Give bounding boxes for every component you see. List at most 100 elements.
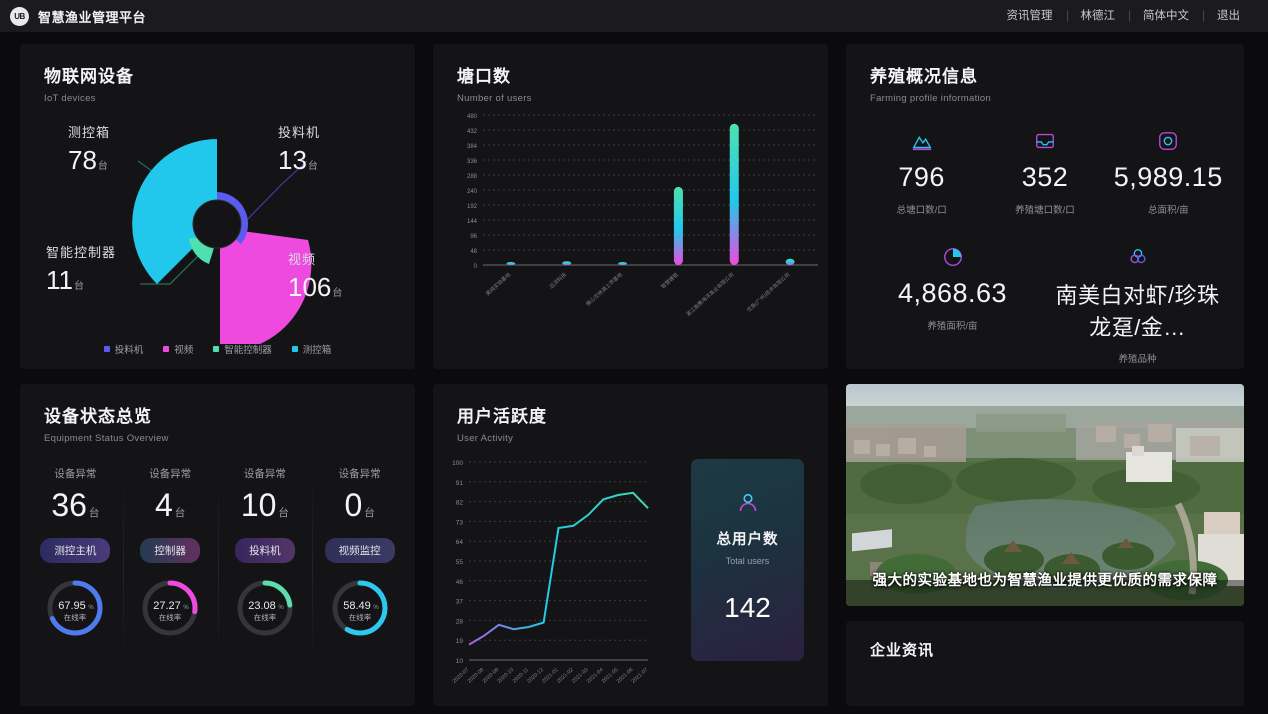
legend-label: 测控箱 (302, 345, 332, 356)
pie-label-cekongxiang: 测控箱 78台 (68, 122, 110, 176)
svg-text:10: 10 (456, 658, 464, 665)
svg-text:55: 55 (456, 559, 464, 566)
app-title: 智慧渔业管理平台 (38, 9, 147, 25)
svg-text:%: % (89, 605, 95, 611)
pie-label-value: 78 (68, 145, 97, 175)
legend-item-shipin[interactable]: 视频 (163, 342, 193, 356)
card-title: 企业资讯 (870, 642, 935, 659)
dashboard: 物联网设备 IoT devices 测控箱 78台 投料机 13台 智能控制器 … (0, 33, 1268, 706)
stat-total-area: 5,989.15 总面积/亩 (1107, 130, 1230, 216)
gauge-host: 67.95% 在线率 (28, 575, 123, 641)
svg-text:%: % (278, 605, 284, 611)
card-header: 塘口数 Number of users (433, 44, 828, 104)
stat-caption: 总面积/亩 (1147, 205, 1189, 216)
gauge-video: 58.49% 在线率 (312, 575, 407, 641)
card-pond-count: 塘口数 Number of users 0 48 96 144 192 240 288 336… (433, 44, 828, 369)
card-subtitle: User Activity (457, 433, 514, 444)
svg-text:64: 64 (456, 539, 464, 546)
equipment-caption: 设备异常 (243, 468, 286, 480)
stat-value: 796 (898, 162, 945, 192)
unit: 台 (278, 507, 289, 519)
status-badge[interactable]: 测控主机 (40, 538, 111, 563)
status-badge[interactable]: 投料机 (235, 538, 295, 563)
card-subtitle: Equipment Status Overview (44, 433, 169, 444)
svg-text:288: 288 (467, 174, 478, 180)
legend-item-cekongxiang[interactable]: 测控箱 (291, 342, 332, 356)
svg-text:%: % (183, 605, 189, 611)
nav-news-management[interactable]: 资讯管理 (993, 9, 1067, 23)
svg-text:优鱼(广州)技术有限公司: 优鱼(广州)技术有限公司 (745, 271, 791, 314)
equipment-column-feeder: 设备异常 10 台 投料机 (217, 466, 313, 664)
svg-text:智慧塘租: 智慧塘租 (659, 271, 680, 291)
status-badge[interactable]: 控制器 (140, 538, 200, 563)
dashboard-row-1: 物联网设备 IoT devices 测控箱 78台 投料机 13台 智能控制器 … (20, 44, 1248, 369)
nav-logout[interactable]: 退出 (1203, 9, 1254, 23)
card-farming-profile: 养殖概况信息 Farming profile information 796 总… (846, 44, 1244, 369)
legend-item-kongzhiqi[interactable]: 智能控制器 (213, 342, 272, 356)
stat-value: 5,989.15 (1113, 162, 1223, 192)
page-title: 物联网设备 (44, 67, 134, 86)
right-column: 强大的实验基地也为智慧渔业提供更优质的需求保障 企业资讯 (846, 384, 1244, 706)
total-users-value: 142 (724, 592, 771, 623)
svg-text:0: 0 (474, 264, 478, 270)
pie-label-shipin: 视频 106台 (288, 249, 342, 303)
card-header: 物联网设备 IoT devices (20, 44, 415, 104)
stat-value: 南美白对虾/珍珠龙趸/金… (1055, 283, 1220, 340)
bar-chart-svg: 0 48 96 144 192 240 288 336 384 432 480 美纯实验基地 远洋科技… (467, 114, 818, 318)
line-chart-svg: 10192837465564738291100 2020-072020-0820… (452, 460, 650, 685)
svg-text:336: 336 (467, 159, 478, 165)
total-users-subtitle: Total users (725, 556, 770, 566)
equipment-caption: 设备异常 (54, 468, 97, 480)
stat-caption: 总塘口数/口 (896, 205, 947, 216)
card-header: 设备状态总览 Equipment Status Overview (20, 384, 415, 444)
legend-item-touliaoji[interactable]: 投料机 (103, 342, 143, 356)
legend-label: 视频 (174, 345, 194, 356)
nav-user-name[interactable]: 林德江 (1066, 9, 1130, 23)
card-iot-devices: 物联网设备 IoT devices 测控箱 78台 投料机 13台 智能控制器 … (20, 44, 415, 369)
unit: 台 (332, 288, 343, 299)
card-subtitle: Farming profile information (870, 93, 992, 104)
gauge-rate-label: 在线率 (159, 612, 182, 622)
pie-icon (860, 246, 1045, 268)
inbox-icon (983, 130, 1106, 152)
svg-text:91: 91 (456, 480, 464, 487)
logo-icon: UB (10, 6, 29, 26)
svg-text:美纯实验基地: 美纯实验基地 (484, 271, 512, 298)
stat-value: 4,868.63 (897, 278, 1008, 308)
pie-label-zhinengkongzhiqi: 智能控制器 11台 (46, 242, 116, 296)
gauge-percent-value: 27.27 (153, 600, 181, 612)
card-user-activity: 用户活跃度 User Activity 10 19 28 37 46 55 64 73 82 91… (433, 384, 828, 706)
svg-text:82: 82 (456, 500, 464, 507)
svg-text:384: 384 (467, 144, 478, 150)
stat-farming-area: 4,868.63 养殖面积/亩 (860, 246, 1045, 365)
iot-pie-chart: 测控箱 78台 投料机 13台 智能控制器 11台 视频 106台 (20, 104, 415, 344)
svg-text:73: 73 (456, 519, 464, 526)
equipment-value: 10 (240, 487, 277, 523)
unit: 台 (364, 507, 375, 519)
card-title: 用户活跃度 (457, 407, 547, 426)
card-base-photo[interactable]: 强大的实验基地也为智慧渔业提供更优质的需求保障 (846, 384, 1244, 606)
pie-label-name: 投料机 (278, 125, 321, 140)
gauge-rate-label: 在线率 (254, 612, 277, 622)
stat-value: 352 (1021, 162, 1069, 192)
status-badge[interactable]: 视频监控 (324, 538, 395, 563)
equipment-column-video: 设备异常 0台 视频监控 (312, 466, 407, 664)
unit: 台 (97, 161, 108, 172)
gauge-percent-value: 67.95 (59, 600, 87, 612)
stat-caption: 养殖塘口数/口 (1015, 205, 1075, 216)
camera-icon (1107, 130, 1230, 152)
equipment-value: 36 (51, 487, 87, 523)
svg-text:100: 100 (452, 460, 463, 467)
gauge-rate-label: 在线率 (348, 612, 371, 622)
nav-language[interactable]: 简体中文 (1129, 9, 1203, 23)
farming-stats: 796 总塘口数/口 352 养殖塘口数/口 5,989.15 总面积/亩 4,… (846, 104, 1244, 395)
pie-label-value: 13 (278, 145, 307, 175)
svg-text:37: 37 (456, 599, 464, 606)
pie-label-value: 106 (288, 272, 332, 302)
legend-label: 智能控制器 (224, 345, 272, 356)
stat-species: 南美白对虾/珍珠龙趸/金… 养殖品种 (1045, 246, 1230, 365)
svg-text:佛山农林湖上学基地: 佛山农林湖上学基地 (584, 271, 624, 308)
pie-label-name: 视频 (288, 252, 317, 267)
stat-caption: 养殖品种 (1118, 354, 1157, 365)
svg-text:144: 144 (467, 219, 478, 225)
